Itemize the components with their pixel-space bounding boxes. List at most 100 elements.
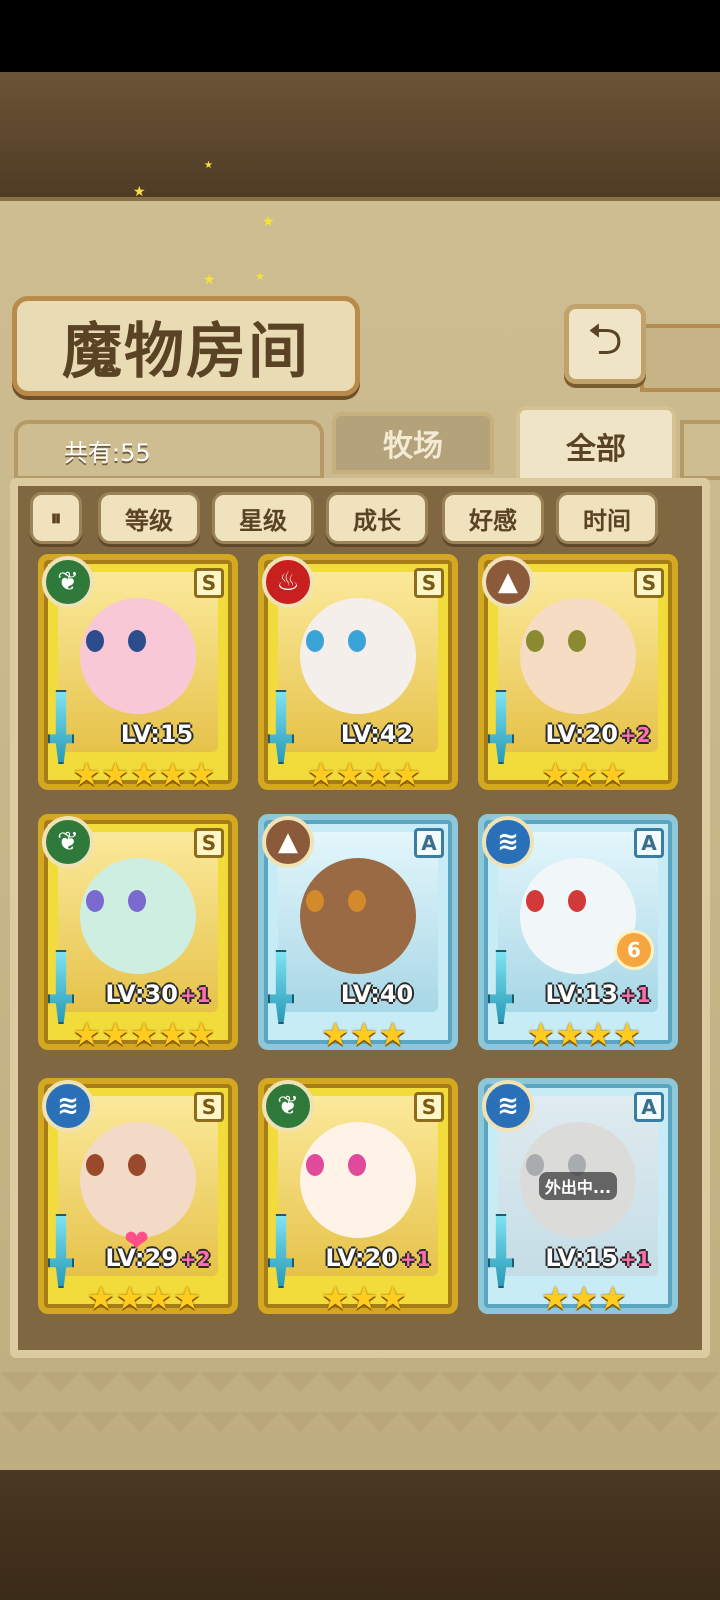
level-value: LV:20 <box>325 1244 398 1272</box>
water-icon: ≋ <box>482 1080 534 1132</box>
away-status: 外出中... <box>538 1172 618 1200</box>
level-value: LV:13 <box>545 980 618 1008</box>
monster-face <box>80 598 196 714</box>
level-label: LV:29 +2 <box>88 1244 228 1276</box>
tab-rail <box>680 420 720 480</box>
level-bonus: +1 <box>179 983 211 1007</box>
filter-label: 时间 <box>583 505 631 535</box>
rank-s-badge: S <box>634 568 664 598</box>
count-bar: 共有:55 <box>14 420 324 480</box>
earth-icon: ▲ <box>482 556 534 608</box>
eye <box>568 630 586 652</box>
filter-time-button[interactable]: 时间 <box>556 492 658 544</box>
eye <box>568 890 586 912</box>
map-bottom-strip <box>0 1470 720 1600</box>
level-bonus: +2 <box>179 1247 211 1271</box>
eye <box>306 1154 324 1176</box>
level-label: LV:15 +1 <box>528 1244 668 1276</box>
eye <box>526 890 544 912</box>
parchment-zigzag-edge <box>0 1372 720 1432</box>
back-rail <box>640 324 720 392</box>
monster-card[interactable]: ❦ S LV:20 +1 ★★★ <box>258 1078 458 1317</box>
level-value: LV:15 <box>120 720 194 748</box>
filter-label: 等级 <box>125 505 173 535</box>
level-label: LV:20 +2 <box>528 720 668 752</box>
monster-face <box>300 598 416 714</box>
filter-level-button[interactable]: 等级 <box>98 492 200 544</box>
level-value: LV:40 <box>340 980 414 1008</box>
monster-face <box>300 858 416 974</box>
eye <box>86 630 104 652</box>
filter-star-button[interactable]: 星级 <box>212 492 314 544</box>
filter-affection-button[interactable]: 好感 <box>442 492 544 544</box>
monster-card[interactable]: ❤ ≋ S LV:29 +2 ★★★★ <box>38 1078 238 1317</box>
rank-s-badge: S <box>194 568 224 598</box>
eye <box>306 630 324 652</box>
monster-card[interactable]: ▲ S LV:20 +2 ★★★ <box>478 554 678 793</box>
level-value: LV:15 <box>545 1244 618 1272</box>
level-bonus: +1 <box>399 1247 431 1271</box>
star-rating: ★★★★ <box>526 1015 642 1053</box>
level-label: LV:40 <box>308 980 448 1012</box>
filter-growth-button[interactable]: 成长 <box>326 492 428 544</box>
sparkle-star-icon: ★ <box>203 272 216 288</box>
star-rating: ★★★★ <box>306 755 422 793</box>
rank-a-badge: A <box>414 828 444 858</box>
monster-card[interactable]: ♨ S LV:42 ★★★★ <box>258 554 458 793</box>
eye <box>348 630 366 652</box>
monster-card[interactable]: ❦ S LV:15 ★★★★★ <box>38 554 238 793</box>
tab-label: 牧场 <box>383 429 443 464</box>
filter-label: 好感 <box>469 505 517 535</box>
star-rating: ★★★★★ <box>72 755 216 793</box>
level-label: LV:30 +1 <box>88 980 228 1012</box>
level-bonus: +1 <box>619 1247 651 1271</box>
level-value: LV:20 <box>545 720 618 748</box>
map-top-strip <box>0 72 720 197</box>
level-label: LV:42 <box>308 720 448 752</box>
monster-count: 共有:55 <box>64 438 151 467</box>
level-value: LV:42 <box>340 720 414 748</box>
fire-icon: ♨ <box>262 556 314 608</box>
rank-a-badge: A <box>634 828 664 858</box>
eye <box>128 630 146 652</box>
leaf-icon: ❦ <box>42 556 94 608</box>
leaf-icon: ❦ <box>262 1080 314 1132</box>
filter-label: 星级 <box>239 505 287 535</box>
monster-face <box>80 858 196 974</box>
eye <box>128 890 146 912</box>
rank-a-badge: A <box>634 1092 664 1122</box>
sparkle-star-icon: ★ <box>133 184 146 200</box>
tab-label: 全部 <box>566 432 626 467</box>
title-plate: 魔物房间 <box>12 296 360 396</box>
rank-s-badge: S <box>194 1092 224 1122</box>
monster-face <box>80 1122 196 1238</box>
level-bonus: +1 <box>619 983 651 1007</box>
water-icon: ≋ <box>482 816 534 868</box>
sort-toggle-button[interactable]: ⏸ <box>30 492 82 544</box>
star-rating: ★★★ <box>320 1015 408 1053</box>
water-icon: ≋ <box>42 1080 94 1132</box>
back-button[interactable]: ⮌ <box>564 304 646 384</box>
tab-all[interactable]: 全部 <box>516 406 676 486</box>
affection-badge: 6 <box>614 930 654 970</box>
rank-s-badge: S <box>194 828 224 858</box>
sparkle-star-icon: ★ <box>204 160 213 171</box>
leaf-icon: ❦ <box>42 816 94 868</box>
monster-card[interactable]: ≋ A 6 LV:13 +1 ★★★★ <box>478 814 678 1053</box>
monster-face <box>300 1122 416 1238</box>
level-label: LV:13 +1 <box>528 980 668 1012</box>
level-value: LV:30 <box>105 980 178 1008</box>
tab-ranch[interactable]: 牧场 <box>332 412 494 474</box>
monster-card[interactable]: 外出中... ≋ A LV:15 +1 ★★★ <box>478 1078 678 1317</box>
filter-label: 成长 <box>353 505 401 535</box>
eye <box>306 890 324 912</box>
monster-card[interactable]: ❦ S LV:30 +1 ★★★★★ <box>38 814 238 1053</box>
eye <box>128 1154 146 1176</box>
star-rating: ★★★ <box>540 755 628 793</box>
eye <box>86 1154 104 1176</box>
level-label: LV:20 +1 <box>308 1244 448 1276</box>
star-rating: ★★★ <box>320 1279 408 1317</box>
monster-card[interactable]: ▲ A LV:40 ★★★ <box>258 814 458 1053</box>
star-rating: ★★★★★ <box>72 1015 216 1053</box>
star-rating: ★★★★ <box>86 1279 202 1317</box>
